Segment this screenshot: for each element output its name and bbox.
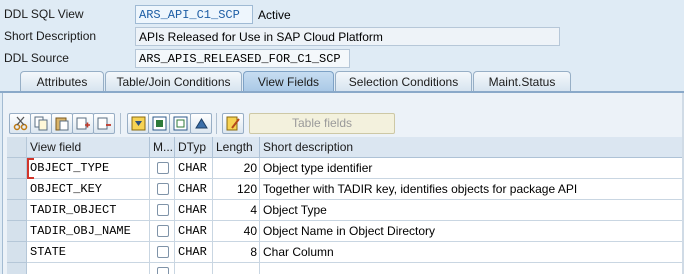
short-description-cell	[260, 263, 684, 274]
edit-pencil-icon[interactable]	[222, 113, 244, 134]
short-description-cell: Object Name in Object Directory	[260, 221, 684, 242]
dtyp-cell: CHAR	[175, 221, 213, 242]
toolbar-separator	[120, 113, 121, 134]
select-all-rows-cell[interactable]	[7, 137, 27, 158]
tab-maint-status[interactable]: Maint.Status	[473, 71, 571, 92]
ddl-source-field[interactable]: ARS_APIS_RELEASED_FOR_C1_SCP	[135, 49, 350, 68]
length-cell: 8	[213, 242, 260, 263]
delete-row-icon[interactable]	[93, 113, 115, 134]
dtyp-cell: CHAR	[175, 200, 213, 221]
view-field-cell[interactable]: OBJECT_KEY	[27, 179, 150, 200]
deselect-all-icon[interactable]	[169, 113, 191, 134]
table-row[interactable]: OBJECT_TYPE CHAR 20 Object type identifi…	[7, 158, 684, 179]
m-cell	[150, 179, 175, 200]
ddl-source-label: DDL Source	[4, 51, 69, 65]
table-fields-button[interactable]: Table fields	[249, 113, 395, 134]
view-fields-panel: Table fields View field M... DTyp Length…	[2, 93, 684, 274]
short-description-cell: Object Type	[260, 200, 684, 221]
table-row[interactable]: TADIR_OBJ_NAME CHAR 40 Object Name in Ob…	[7, 221, 684, 242]
dtyp-cell: CHAR	[175, 179, 213, 200]
m-cell	[150, 221, 175, 242]
sort-icon[interactable]	[190, 113, 212, 134]
row-selector[interactable]	[7, 158, 27, 179]
row-selector[interactable]	[7, 179, 27, 200]
toolbar-separator	[216, 113, 217, 134]
choose-icon[interactable]	[127, 113, 149, 134]
ddl-sql-view-field[interactable]: ARS_API_C1_SCP	[135, 5, 253, 24]
toolbar: Table fields	[3, 93, 684, 143]
select-all-icon[interactable]	[148, 113, 170, 134]
ddl-sql-view-label: DDL SQL View	[4, 7, 84, 21]
short-description-field[interactable]: APIs Released for Use in SAP Cloud Platf…	[135, 27, 560, 46]
ddl-source-row: DDL Source ARS_APIS_RELEASED_FOR_C1_SCP	[0, 48, 684, 68]
cut-icon[interactable]	[9, 113, 31, 134]
m-checkbox[interactable]	[157, 162, 169, 174]
view-field-cell[interactable]	[27, 263, 150, 274]
m-checkbox[interactable]	[157, 204, 169, 216]
short-description-cell: Object type identifier	[260, 158, 684, 179]
column-header-length[interactable]: Length	[213, 137, 260, 158]
m-checkbox[interactable]	[157, 267, 169, 274]
tab-table-join-conditions[interactable]: Table/Join Conditions	[105, 71, 242, 92]
length-cell: 40	[213, 221, 260, 242]
m-checkbox[interactable]	[157, 246, 169, 258]
cell-focus-marker	[27, 158, 34, 179]
row-selector[interactable]	[7, 242, 27, 263]
column-header-view-field[interactable]: View field	[27, 137, 150, 158]
length-cell: 20	[213, 158, 260, 179]
paste-icon[interactable]	[51, 113, 73, 134]
insert-row-icon[interactable]	[72, 113, 94, 134]
m-cell	[150, 158, 175, 179]
view-field-cell[interactable]: TADIR_OBJECT	[27, 200, 150, 221]
table-row[interactable]: STATE CHAR 8 Char Column	[7, 242, 684, 263]
m-checkbox[interactable]	[157, 225, 169, 237]
copy-icon[interactable]	[30, 113, 52, 134]
dtyp-cell	[175, 263, 213, 274]
table-row[interactable]	[7, 263, 684, 274]
row-selector[interactable]	[7, 221, 27, 242]
short-description-row: Short Description APIs Released for Use …	[0, 26, 684, 46]
status-text: Active	[258, 8, 291, 22]
ddl-sql-view-row: DDL SQL View ARS_API_C1_SCP Active	[0, 4, 684, 24]
tab-attributes[interactable]: Attributes	[20, 71, 104, 92]
row-selector[interactable]	[7, 263, 27, 274]
view-field-cell[interactable]: STATE	[27, 242, 150, 263]
length-cell: 120	[213, 179, 260, 200]
table-row[interactable]: TADIR_OBJECT CHAR 4 Object Type	[7, 200, 684, 221]
m-checkbox[interactable]	[157, 183, 169, 195]
row-selector[interactable]	[7, 200, 27, 221]
table-header-row: View field M... DTyp Length Short descri…	[7, 137, 684, 158]
length-cell: 4	[213, 200, 260, 221]
table-row[interactable]: OBJECT_KEY CHAR 120 Together with TADIR …	[7, 179, 684, 200]
short-description-cell: Together with TADIR key, identifies obje…	[260, 179, 684, 200]
view-field-cell[interactable]: TADIR_OBJ_NAME	[27, 221, 150, 242]
column-header-m[interactable]: M...	[150, 137, 175, 158]
m-cell	[150, 242, 175, 263]
tab-selection-conditions[interactable]: Selection Conditions	[335, 71, 472, 92]
view-field-cell[interactable]: OBJECT_TYPE	[27, 158, 150, 179]
column-header-short-description[interactable]: Short description	[260, 137, 684, 158]
tab-view-fields[interactable]: View Fields	[243, 71, 334, 92]
length-cell	[213, 263, 260, 274]
dtyp-cell: CHAR	[175, 158, 213, 179]
short-description-label: Short Description	[4, 29, 97, 43]
m-cell	[150, 200, 175, 221]
dtyp-cell: CHAR	[175, 242, 213, 263]
short-description-cell: Char Column	[260, 242, 684, 263]
column-header-dtyp[interactable]: DTyp	[175, 137, 213, 158]
m-cell	[150, 263, 175, 274]
tab-strip: Attributes Table/Join Conditions View Fi…	[0, 70, 684, 92]
